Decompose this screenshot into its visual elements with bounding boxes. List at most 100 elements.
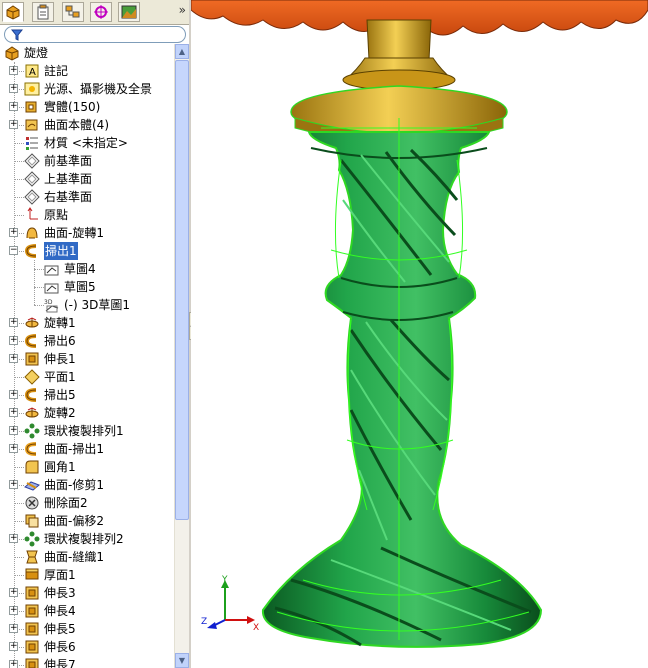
expand-toggle[interactable]: + [9, 444, 18, 453]
collapse-toggle[interactable]: − [9, 246, 18, 255]
scrollbar-thumb[interactable] [175, 60, 189, 520]
expand-toggle[interactable]: + [9, 84, 18, 93]
expand-toggle[interactable]: + [9, 228, 18, 237]
tree-connector [14, 467, 24, 468]
tree-item-label: 草圖5 [64, 280, 96, 294]
expand-toggle[interactable]: + [9, 534, 18, 543]
expand-toggle[interactable]: + [9, 660, 18, 668]
solid-icon [24, 99, 40, 115]
expand-toggle[interactable]: + [9, 426, 18, 435]
fillet-icon [24, 459, 40, 475]
tree-item[interactable]: + 伸長1 [0, 350, 174, 368]
tree-item[interactable]: + 掃出6 [0, 332, 174, 350]
expand-toggle[interactable]: + [9, 66, 18, 75]
extrude-icon [24, 657, 40, 668]
tree-item[interactable]: + 伸長7 [0, 656, 174, 668]
tree-item[interactable]: 前基準面 [0, 152, 174, 170]
tree-item[interactable]: − 掃出1 [0, 242, 174, 260]
sketch-icon [44, 279, 60, 295]
expand-toggle[interactable]: + [9, 354, 18, 363]
tree-item-label: 曲面-偏移2 [44, 514, 104, 528]
tree-item-label: 曲面-旋轉1 [44, 226, 104, 240]
tree-item[interactable]: + 伸長6 [0, 638, 174, 656]
tree-item[interactable]: + 伸長3 [0, 584, 174, 602]
tree-item[interactable]: + 曲面-修剪1 [0, 476, 174, 494]
tree-item[interactable]: 厚面1 [0, 566, 174, 584]
tree-item[interactable]: 3D (-) 3D草圖1 [0, 296, 174, 314]
triad-y-label: Y [221, 575, 228, 585]
tree-item[interactable]: + 旋轉2 [0, 404, 174, 422]
graphics-area[interactable]: Y X Z [191, 0, 648, 668]
plane-icon [24, 189, 40, 205]
tree-scrollbar[interactable]: ▲ ▼ [174, 44, 189, 668]
tree-connector [34, 269, 44, 270]
tree-item[interactable]: + 旋轉1 [0, 314, 174, 332]
scroll-up-button[interactable]: ▲ [175, 44, 189, 59]
tree-connector [14, 179, 24, 180]
surface-bodies-icon [24, 117, 40, 133]
tree-item[interactable]: 圓角1 [0, 458, 174, 476]
tree-item[interactable]: 草圖4 [0, 260, 174, 278]
sweep-icon [24, 333, 40, 349]
expand-toggle[interactable]: + [9, 408, 18, 417]
tree-item[interactable]: + 實體(150) [0, 98, 174, 116]
extrude-icon [24, 639, 40, 655]
dimxpert-tab[interactable] [90, 2, 112, 22]
expand-toggle[interactable]: + [9, 606, 18, 615]
sweep-icon [24, 243, 40, 259]
tree-connector [34, 287, 44, 288]
tree-item[interactable]: 材質 <未指定> [0, 134, 174, 152]
tree-item-label: 伸長7 [44, 658, 76, 668]
tree-item[interactable]: 原點 [0, 206, 174, 224]
tree-item-label: 旋燈 [24, 46, 49, 60]
propertymanager-icon [37, 4, 49, 20]
tree-item-label: 伸長4 [44, 604, 76, 618]
display-manager-tab[interactable] [118, 2, 140, 22]
expand-toggle[interactable]: + [9, 318, 18, 327]
tree-item[interactable]: + 曲面-掃出1 [0, 440, 174, 458]
tree-item[interactable]: + 光源、攝影機及全景 [0, 80, 174, 98]
svg-text:3D: 3D [44, 299, 53, 306]
scroll-down-button[interactable]: ▼ [175, 653, 189, 668]
more-tabs-button[interactable]: » [179, 3, 186, 17]
tree-item[interactable]: + 伸長4 [0, 602, 174, 620]
tree-item[interactable]: 刪除面2 [0, 494, 174, 512]
tree-item[interactable]: + 曲面本體(4) [0, 116, 174, 134]
expand-toggle[interactable]: + [9, 642, 18, 651]
tree-connector [14, 377, 24, 378]
tree-item-label: 伸長5 [44, 622, 76, 636]
expand-toggle[interactable]: + [9, 336, 18, 345]
tree-item[interactable]: 平面1 [0, 368, 174, 386]
tree-item-label: 曲面-掃出1 [44, 442, 104, 456]
expand-toggle[interactable]: + [9, 390, 18, 399]
svg-text:A: A [29, 67, 36, 78]
tree-item[interactable]: 旋燈 [0, 44, 174, 62]
tree-item[interactable]: + 環狀複製排列1 [0, 422, 174, 440]
featuremanager-tab[interactable] [2, 2, 24, 22]
tree-item[interactable]: 右基準面 [0, 188, 174, 206]
feature-filter-input[interactable] [4, 26, 186, 43]
tree-item[interactable]: 曲面-縫織1 [0, 548, 174, 566]
expand-toggle[interactable]: + [9, 624, 18, 633]
tree-item[interactable]: + 伸長5 [0, 620, 174, 638]
configurationmanager-icon [65, 5, 80, 18]
tree-item[interactable]: + 環狀複製排列2 [0, 530, 174, 548]
tree-item-label: 伸長1 [44, 352, 76, 366]
delete-face-icon [24, 495, 40, 511]
propertymanager-tab[interactable] [32, 2, 54, 22]
tree-connector [14, 161, 24, 162]
sketch3d-icon: 3D [44, 297, 60, 313]
expand-toggle[interactable]: + [9, 102, 18, 111]
filter-icon [11, 29, 23, 41]
tree-item[interactable]: 上基準面 [0, 170, 174, 188]
expand-toggle[interactable]: + [9, 480, 18, 489]
expand-toggle[interactable]: + [9, 588, 18, 597]
tree-item[interactable]: + 掃出5 [0, 386, 174, 404]
tree-item[interactable]: 草圖5 [0, 278, 174, 296]
triad-x-label: X [253, 623, 259, 633]
expand-toggle[interactable]: + [9, 120, 18, 129]
configurationmanager-tab[interactable] [62, 2, 84, 22]
tree-item[interactable]: + A 註記 [0, 62, 174, 80]
tree-item[interactable]: + 曲面-旋轉1 [0, 224, 174, 242]
tree-item[interactable]: 曲面-偏移2 [0, 512, 174, 530]
